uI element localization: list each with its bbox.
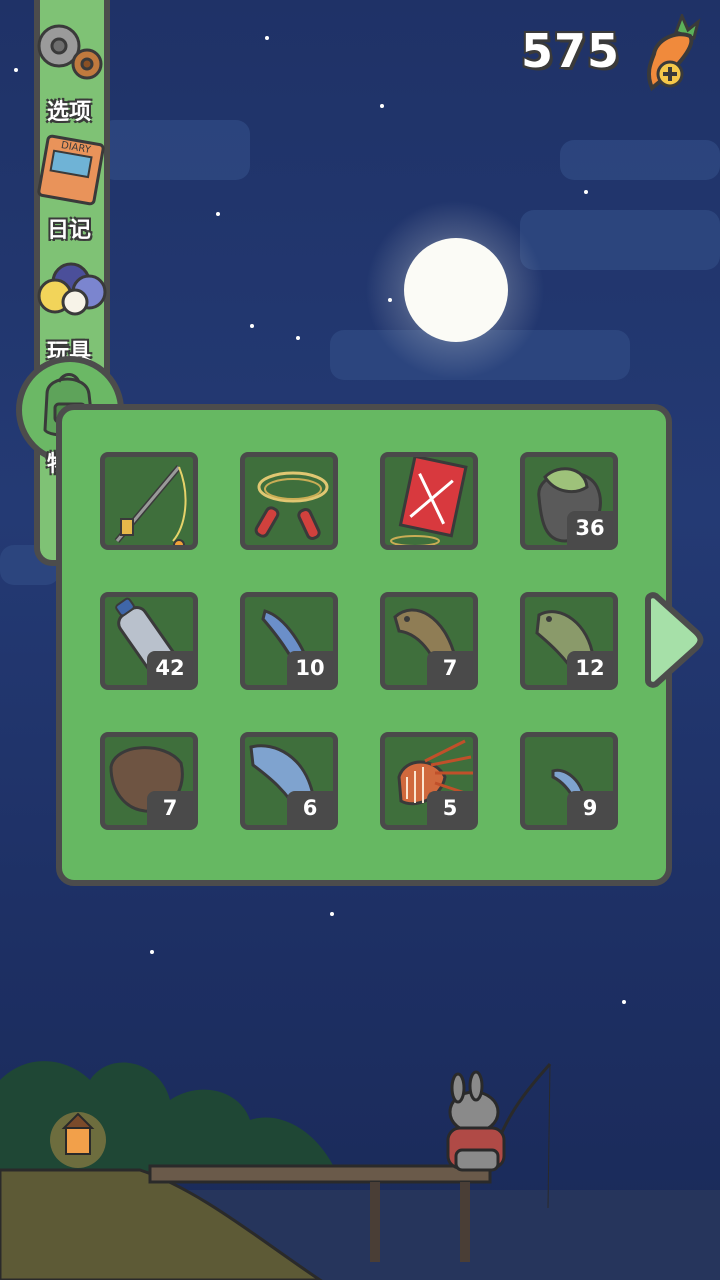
inventory-slot-fishing-rod[interactable] [100, 452, 198, 550]
inventory-slot-plastic-bottle[interactable]: 42 [100, 592, 198, 690]
item-count: 7 [427, 651, 473, 685]
gears-icon [37, 24, 103, 80]
item-count: 7 [147, 791, 193, 825]
sidebar-item-label: 日记 [46, 218, 91, 243]
star [150, 950, 154, 954]
inventory-slot-trash-bag[interactable]: 36 [520, 452, 618, 550]
shore-and-pier [0, 1164, 720, 1280]
star [216, 212, 220, 216]
fishing-rod-icon [114, 465, 187, 545]
item-count: 6 [287, 791, 333, 825]
chevron-right-icon [645, 592, 704, 688]
cloud [560, 140, 720, 180]
inventory-slot-catfish[interactable]: 7 [380, 592, 478, 690]
inventory-slot-bass[interactable]: 12 [520, 592, 618, 690]
inventory-slot-salmon[interactable]: 6 [240, 732, 338, 830]
cloud [520, 210, 720, 270]
inventory-slot-kite[interactable] [380, 452, 478, 550]
bunny-fishing [446, 1063, 552, 1209]
toys-icon [37, 262, 107, 316]
sidebar-item-label: 选项 [46, 100, 91, 125]
sidebar-item-diary[interactable]: DIARY 日记 [14, 130, 124, 244]
item-count: 12 [567, 651, 613, 685]
inventory-slot-lionfish[interactable]: 5 [380, 732, 478, 830]
star [296, 336, 300, 340]
sidebar-item-toys[interactable]: 玩具 [14, 252, 124, 366]
star [265, 36, 269, 40]
sidebar-item-options[interactable]: 选项 [14, 12, 124, 126]
carrot-counter: 575 [520, 24, 620, 78]
item-count: 42 [147, 651, 193, 685]
star [622, 1000, 626, 1004]
star [250, 324, 254, 328]
jump-rope-icon [254, 471, 329, 540]
item-count: 36 [567, 511, 613, 545]
item-count: 10 [287, 651, 333, 685]
next-page-button[interactable] [640, 592, 704, 688]
inventory-slot-sardine[interactable]: 10 [240, 592, 338, 690]
item-count: 5 [427, 791, 473, 825]
inventory-slot-flounder[interactable]: 7 [100, 732, 198, 830]
lantern-icon [50, 1112, 106, 1168]
moon [404, 238, 508, 342]
star [584, 190, 588, 194]
item-count: 9 [567, 791, 613, 825]
star [330, 912, 334, 916]
carrot-plus-icon[interactable] [636, 11, 706, 94]
star [380, 104, 384, 108]
inventory-slot-jump-rope[interactable] [240, 452, 338, 550]
kite-icon [390, 457, 468, 545]
inventory-slot-small-fish[interactable]: 9 [520, 732, 618, 830]
diary-icon: DIARY [37, 134, 105, 206]
